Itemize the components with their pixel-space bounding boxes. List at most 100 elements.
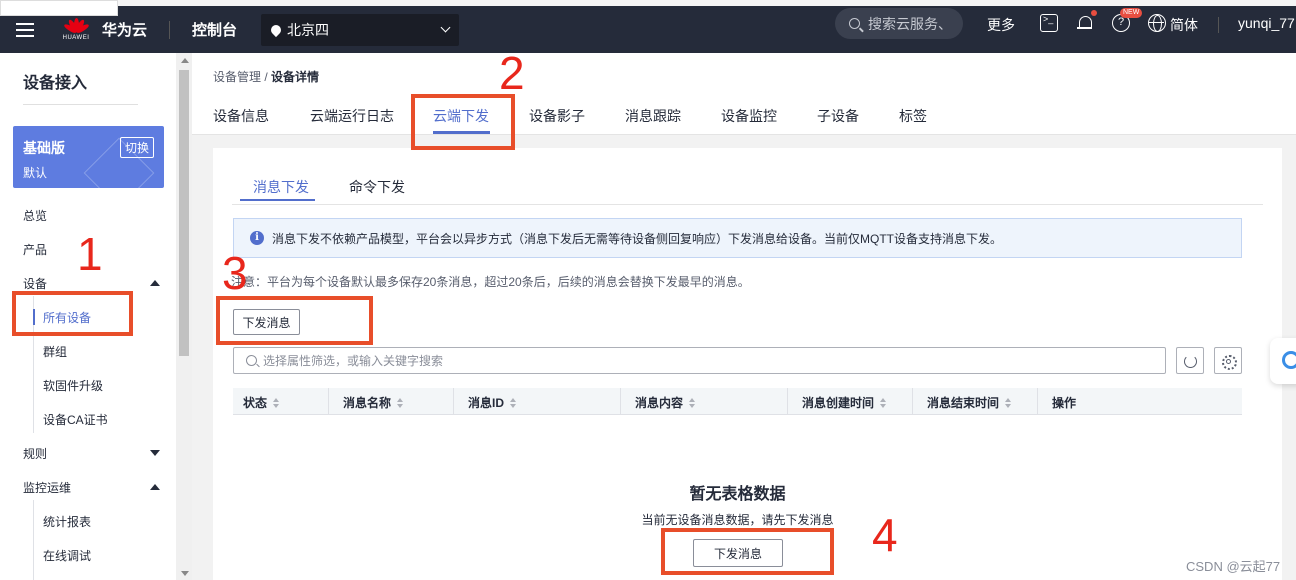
- annotation-box-3: [216, 296, 373, 345]
- user-menu[interactable]: yunqi_77: [1238, 15, 1295, 31]
- tab-device-shadow[interactable]: 设备影子: [529, 106, 585, 126]
- collapse-icon[interactable]: [150, 280, 160, 286]
- region-selector[interactable]: 北京四: [261, 13, 460, 46]
- settings-icon[interactable]: [1214, 347, 1242, 374]
- breadcrumb-separator: /: [261, 70, 272, 84]
- annotation-number-2: 2: [499, 47, 525, 99]
- col-created-time-label: 消息创建时间: [802, 396, 875, 410]
- tab-device-info[interactable]: 设备信息: [213, 106, 269, 126]
- scroll-down-icon[interactable]: [181, 571, 189, 576]
- note-text: 注意：平台为每个设备默认最多保存20条消息，超过20条后，后续的消息会替换下发最…: [231, 275, 750, 289]
- sidebar-item-overview[interactable]: 总览: [23, 207, 47, 224]
- huawei-logo[interactable]: HUAWEI: [58, 18, 94, 41]
- notification-dot: [1091, 10, 1097, 16]
- col-status-label: 状态: [243, 396, 268, 410]
- topbar-separator: [1218, 17, 1219, 33]
- info-alert: i 消息下发不依赖产品模型，平台会以异步方式（消息下发后无需等待设备侧回复响应）…: [233, 218, 1242, 258]
- sidebar-item-monitor[interactable]: 监控运维: [23, 479, 71, 496]
- more-menu[interactable]: 更多: [987, 15, 1015, 35]
- sort-icon[interactable]: [689, 398, 696, 409]
- expand-icon[interactable]: [150, 450, 160, 456]
- col-actions: 操作: [1052, 396, 1077, 410]
- language-selector[interactable]: 简体: [1170, 15, 1198, 35]
- sort-icon[interactable]: [510, 398, 517, 409]
- col-separator: [912, 388, 913, 415]
- sidebar-item-device[interactable]: 设备: [23, 275, 47, 292]
- tab-message-trace[interactable]: 消息跟踪: [625, 106, 681, 126]
- tab-device-monitor[interactable]: 设备监控: [721, 106, 777, 126]
- info-icon: i: [250, 231, 264, 245]
- region-label: 北京四: [287, 21, 330, 38]
- assistant-icon: [1282, 351, 1296, 369]
- col-message-name[interactable]: 消息名称: [343, 394, 404, 411]
- breadcrumb: 设备管理 / 设备详情: [213, 68, 319, 85]
- tab-sub-device[interactable]: 子设备: [817, 106, 859, 126]
- annotation-box-1: [12, 291, 133, 336]
- bell-icon[interactable]: [1076, 14, 1094, 32]
- console-link[interactable]: 控制台: [192, 19, 237, 40]
- refresh-icon[interactable]: [1176, 347, 1204, 374]
- col-message-name-label: 消息名称: [343, 396, 392, 410]
- col-separator: [787, 388, 788, 415]
- sidebar-item-rules[interactable]: 规则: [23, 445, 47, 462]
- logo-flower-icon: [63, 18, 90, 35]
- empty-state-title: 暂无表格数据: [689, 486, 786, 503]
- tree-line: [33, 500, 34, 580]
- empty-state-subtitle: 当前无设备消息数据，请先下发消息: [641, 513, 834, 527]
- tab-tags[interactable]: 标签: [899, 106, 927, 126]
- csdn-watermark: CSDN @云起77: [1186, 559, 1281, 574]
- col-separator: [620, 388, 621, 415]
- col-separator: [453, 388, 454, 415]
- search-icon: [849, 18, 860, 29]
- sort-icon[interactable]: [273, 398, 280, 409]
- subtab-message-delivery[interactable]: 消息下发: [253, 177, 309, 197]
- filter-search-input[interactable]: 选择属性筛选，或输入关键字搜索: [233, 347, 1166, 374]
- edition-instance: 默认: [23, 166, 48, 180]
- active-subtab-underline: [240, 199, 315, 201]
- info-text: 消息下发不依赖产品模型，平台会以异步方式（消息下发后无需等待设备侧回复响应）下发…: [272, 231, 1002, 246]
- subtab-command-delivery[interactable]: 命令下发: [349, 177, 405, 197]
- sidebar-item-stats[interactable]: 统计报表: [43, 513, 91, 530]
- col-end-time[interactable]: 消息结束时间: [927, 394, 1012, 411]
- breadcrumb-parent[interactable]: 设备管理: [213, 70, 261, 84]
- col-message-id[interactable]: 消息ID: [468, 394, 517, 411]
- content-card: 消息下发 命令下发 i 消息下发不依赖产品模型，平台会以异步方式（消息下发后无需…: [213, 148, 1282, 580]
- edition-card: 基础版 切换 默认: [13, 126, 164, 188]
- sort-icon[interactable]: [397, 398, 404, 409]
- sidebar-item-ca-cert[interactable]: 设备CA证书: [43, 411, 108, 428]
- sidebar-item-group[interactable]: 群组: [43, 343, 67, 360]
- floating-assistant-button[interactable]: [1270, 338, 1296, 384]
- globe-icon[interactable]: [1148, 14, 1166, 32]
- sidebar-scrollbar-thumb[interactable]: [179, 70, 189, 356]
- filter-placeholder: 选择属性筛选，或输入关键字搜索: [263, 354, 444, 368]
- annotation-box-2: [411, 94, 515, 150]
- top-navigation-bar: HUAWEI 华为云 控制台 北京四: [0, 6, 1296, 53]
- new-badge: NEW: [1120, 8, 1143, 18]
- sort-icon[interactable]: [880, 398, 887, 409]
- col-created-time[interactable]: 消息创建时间: [802, 394, 887, 411]
- scroll-up-icon[interactable]: [181, 58, 189, 63]
- global-search-placeholder: 搜索云服务、: [868, 15, 952, 32]
- logo-text: HUAWEI: [62, 35, 90, 41]
- brand-name[interactable]: 华为云: [102, 19, 147, 40]
- location-pin-icon: [268, 22, 284, 37]
- chevron-down-icon: [440, 22, 451, 33]
- sort-icon[interactable]: [1005, 398, 1012, 409]
- tab-cloud-log[interactable]: 云端运行日志: [310, 106, 394, 126]
- browser-tag: [0, 0, 118, 16]
- detail-header: 设备管理 / 设备详情 设备信息 云端运行日志 云端下发 设备影子 消息跟踪 设…: [192, 53, 1296, 135]
- topbar-divider: [169, 20, 171, 39]
- sidebar-item-online-debug[interactable]: 在线调试: [43, 547, 91, 564]
- annotation-number-1: 1: [77, 228, 103, 280]
- global-search-input[interactable]: 搜索云服务、: [835, 8, 963, 39]
- subtab-divider: [232, 204, 1263, 205]
- sidebar-item-firmware[interactable]: 软固件升级: [43, 377, 103, 394]
- edition-switch-button[interactable]: 切换: [119, 137, 154, 158]
- col-separator: [328, 388, 329, 415]
- col-status[interactable]: 状态: [243, 394, 280, 411]
- collapse-icon[interactable]: [150, 484, 160, 490]
- sidebar-title: 设备接入: [23, 75, 88, 92]
- sidebar-item-product[interactable]: 产品: [23, 241, 47, 258]
- col-message-content[interactable]: 消息内容: [635, 394, 696, 411]
- terminal-icon[interactable]: [1040, 14, 1058, 32]
